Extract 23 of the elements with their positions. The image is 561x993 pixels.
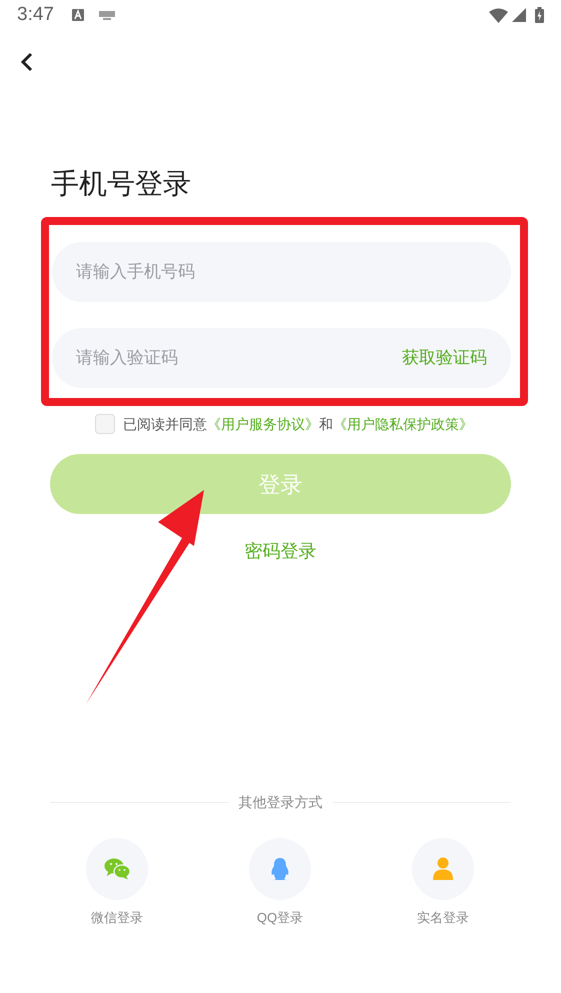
wifi-icon (489, 8, 508, 22)
get-code-link[interactable]: 获取验证码 (402, 347, 487, 369)
phone-input-field[interactable]: 请输入手机号码 (52, 242, 511, 302)
back-icon (21, 52, 33, 72)
other-methods-heading: 其他登录方式 (238, 792, 322, 812)
login-method-label: 实名登录 (417, 908, 469, 926)
person-icon (432, 856, 454, 880)
keyboard-icon (98, 10, 115, 20)
login-method-label: QQ登录 (256, 908, 304, 926)
agreement-text: 已阅读并同意 (123, 414, 207, 434)
penguin-icon (270, 856, 290, 880)
service-agreement-link[interactable]: 《用户服务协议》 (207, 414, 319, 434)
battery-icon (535, 7, 544, 23)
signal-icon (512, 8, 526, 22)
login-method-label: 微信登录 (91, 908, 143, 926)
chat-bubbles-icon (104, 858, 130, 880)
password-login-link[interactable]: 密码登录 (244, 538, 316, 565)
agreement-joiner: 和 (319, 414, 333, 434)
status-time: 3:47 (17, 2, 54, 27)
page-title: 手机号登录 (51, 167, 191, 201)
privacy-policy-link[interactable]: 《用户隐私保护政策》 (333, 414, 473, 434)
agreement-checkbox[interactable] (95, 414, 115, 434)
app-notification-icon (72, 9, 84, 21)
